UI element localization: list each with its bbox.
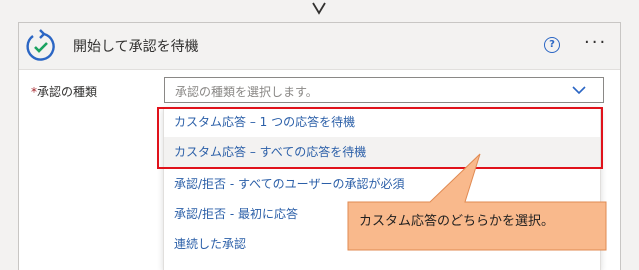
connector-arrow-icon	[312, 2, 326, 15]
approval-check-icon	[26, 29, 55, 61]
approval-type-select[interactable]: 承認の種類を選択します。	[164, 77, 604, 103]
help-icon[interactable]: ?	[544, 37, 560, 53]
callout-bubble	[347, 153, 607, 251]
approval-type-label: *承認の種類	[31, 83, 97, 100]
more-options-icon[interactable]: ···	[584, 32, 607, 53]
approval-type-label-text: 承認の種類	[37, 85, 98, 99]
card-title: 開始して承認を待機	[73, 39, 199, 55]
select-placeholder: 承認の種類を選択します。	[175, 85, 318, 99]
card-header[interactable]: 開始して承認を待機 ? ···	[19, 23, 620, 70]
chevron-down-icon[interactable]	[571, 84, 587, 96]
callout-text: カスタム応答のどちらかを選択。	[359, 214, 555, 229]
